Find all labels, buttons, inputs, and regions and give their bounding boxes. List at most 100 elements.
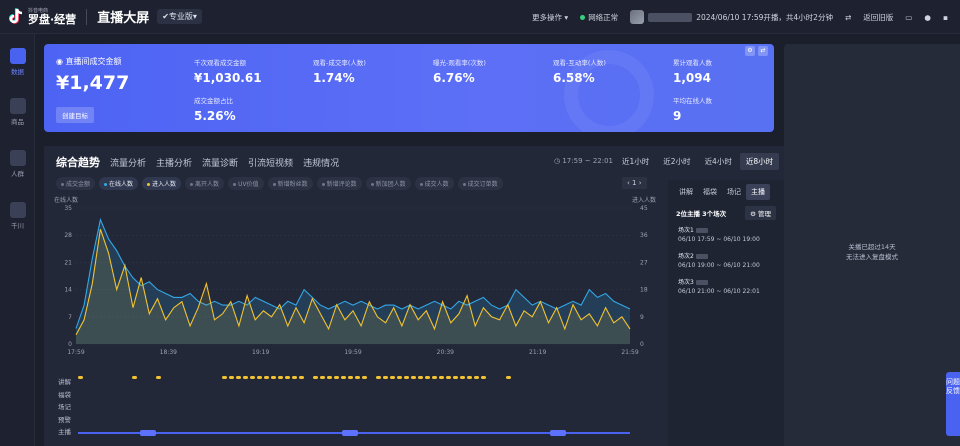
legend-dot-icon	[61, 183, 64, 186]
sidebar-item-qianchuan[interactable]: 千川	[0, 202, 35, 230]
explain-marker	[278, 376, 283, 379]
tab-anchor-analysis[interactable]: 主播分析	[156, 156, 192, 169]
legend-item[interactable]: 进入人数	[142, 177, 182, 190]
y-tick-label-left: 28	[64, 232, 72, 239]
page-title: 直播大屏	[97, 11, 150, 26]
y-tick-label-right: 9	[640, 314, 644, 321]
live-time: 2024/06/10 17:59开播，共4小时2分钟	[696, 12, 833, 22]
x-tick-label: 21:19	[529, 349, 546, 356]
legend-item[interactable]: UV价值	[228, 177, 264, 190]
anchor-panel-tabs: 讲解 福袋 场记 主播	[668, 180, 784, 204]
metric-exposure-view-rate: 曝光-观看率(次数) 6.76%	[433, 57, 486, 85]
switch-icon[interactable]: ⇄	[758, 46, 768, 56]
session-marker	[342, 430, 358, 436]
feedback-button[interactable]: 问题反馈	[946, 372, 960, 436]
legend-item[interactable]: 新增评论数	[316, 177, 362, 190]
legend-dot-icon	[190, 183, 194, 186]
legend-label: 新增粉丝数	[277, 181, 308, 188]
legend-pager[interactable]: ‹ 1 ›	[622, 177, 647, 189]
metric-value: 6.76%	[433, 71, 475, 85]
explain-marker	[156, 376, 161, 379]
metric-label: 观看-互动率(人数)	[553, 59, 606, 67]
more-ops-dropdown[interactable]: 更多操作 ▾	[532, 12, 568, 23]
x-tick-label: 19:19	[252, 349, 269, 356]
metric-label: 成交金额占比	[194, 97, 233, 105]
session-title: 场次3	[678, 279, 694, 286]
legend-item[interactable]: 离开人数	[185, 177, 225, 190]
logo[interactable]: 抖音电商 罗盘·经营	[8, 7, 76, 26]
legend-item[interactable]: 在线人数	[99, 177, 139, 190]
trend-section: 综合趋势 流量分析 主播分析 流量诊断 引流短视频 违规情况 ◷ 17:59 ~…	[44, 146, 784, 446]
session-marker	[140, 430, 156, 436]
y-tick-label-left: 0	[68, 341, 72, 348]
legend-item[interactable]: 新增粉丝数	[267, 177, 313, 190]
tab-lucky-bag[interactable]: 福袋	[698, 184, 722, 200]
explain-marker	[355, 376, 360, 379]
session-marker	[550, 430, 566, 436]
y-tick-label-right: 18	[640, 287, 648, 294]
y-tick-label-left: 21	[64, 259, 72, 266]
legend-dot-icon	[419, 183, 423, 186]
tab-log[interactable]: 场记	[722, 184, 746, 200]
metric-total-viewers: 累计观看人数 1,094	[673, 57, 712, 85]
sidebar-item-data[interactable]: 数据	[0, 48, 35, 76]
legend-label: 成交金额	[66, 181, 91, 188]
tab-violations[interactable]: 违规情况	[303, 156, 339, 169]
x-tick-label: 21:59	[621, 349, 638, 356]
main-metric-value: ¥1,477	[56, 72, 130, 94]
tab-traffic-diagnosis[interactable]: 流量诊断	[202, 156, 238, 169]
legend-dot-icon	[321, 183, 325, 186]
explain-marker	[397, 376, 402, 379]
legend-item[interactable]: 成交订单数	[457, 177, 503, 190]
period-8h[interactable]: 近8小时	[739, 153, 780, 170]
settings-icon[interactable]: ⚙	[745, 46, 755, 56]
screen-icon[interactable]: ▭	[905, 13, 912, 22]
tab-traffic-analysis[interactable]: 流量分析	[110, 156, 146, 169]
legend-item[interactable]: 新加团人数	[365, 177, 411, 190]
back-old-button[interactable]: 返回旧版	[863, 12, 893, 23]
y-tick-label-left: 7	[68, 314, 72, 321]
bell-icon[interactable]: ●	[924, 13, 931, 22]
manage-button[interactable]: ⚙ 管理	[745, 206, 776, 220]
session-item[interactable]: 场次2 06/10 19:00 ~ 06/10 21:00	[668, 248, 784, 274]
fullscreen-icon[interactable]: ▪	[943, 13, 948, 22]
legend-label: 成交订单数	[467, 181, 498, 188]
main-metric-label: ◉ 直播间成交金额	[56, 57, 122, 66]
sidebar: 数据 商品 人群 千川	[0, 34, 35, 446]
period-4h[interactable]: 近4小时	[699, 153, 738, 170]
crowd-icon	[9, 150, 26, 166]
tab-overall-trend[interactable]: 综合趋势	[56, 154, 100, 170]
anchor-name	[695, 280, 708, 285]
anchor-summary: 2位主播 3个场次 ⚙ 管理	[668, 204, 784, 222]
tab-short-video[interactable]: 引流短视频	[248, 156, 293, 169]
sidebar-item-crowd[interactable]: 人群	[0, 150, 35, 178]
manage-label: 管理	[758, 210, 771, 218]
tab-explain[interactable]: 讲解	[674, 184, 698, 200]
period-1h[interactable]: 近1小时	[616, 153, 655, 170]
explain-marker	[404, 376, 409, 379]
metric-value: ¥1,030.61	[194, 71, 262, 85]
x-tick-label: 20:39	[437, 349, 454, 356]
explain-marker	[474, 376, 479, 379]
explain-marker	[264, 376, 269, 379]
session-item[interactable]: 场次3 06/10 21:00 ~ 06/10 22:01	[668, 274, 784, 300]
metric-deal-share: 成交金额占比 5.26%	[194, 95, 236, 123]
create-target-button[interactable]: 创建目标	[56, 107, 94, 123]
edition-dropdown[interactable]: ✔专业版▾	[157, 9, 202, 24]
tab-anchor[interactable]: 主播	[746, 184, 770, 200]
network-status: 网络正常	[580, 12, 618, 23]
time-range: ◷ 17:59 ~ 22:01	[554, 157, 614, 165]
explain-marker	[313, 376, 318, 379]
period-2h[interactable]: 近2小时	[657, 153, 696, 170]
switch-icon[interactable]: ⇄	[845, 13, 851, 22]
legend-item[interactable]: 成交人数	[414, 177, 454, 190]
legend-label: 成交人数	[424, 181, 449, 188]
explain-marker	[243, 376, 248, 379]
top-bar: 抖音电商 罗盘·经营 直播大屏 ✔专业版▾ 更多操作 ▾ 网络正常 2024/0…	[0, 0, 960, 34]
explain-marker	[425, 376, 430, 379]
metric-view-deal-rate: 观看-成交率(人数) 1.74%	[313, 57, 366, 85]
legend-item[interactable]: 成交金额	[56, 177, 96, 190]
explain-marker	[432, 376, 437, 379]
session-item[interactable]: 场次1 06/10 17:59 ~ 06/10 19:00	[668, 222, 784, 248]
sidebar-item-goods[interactable]: 商品	[0, 98, 35, 126]
